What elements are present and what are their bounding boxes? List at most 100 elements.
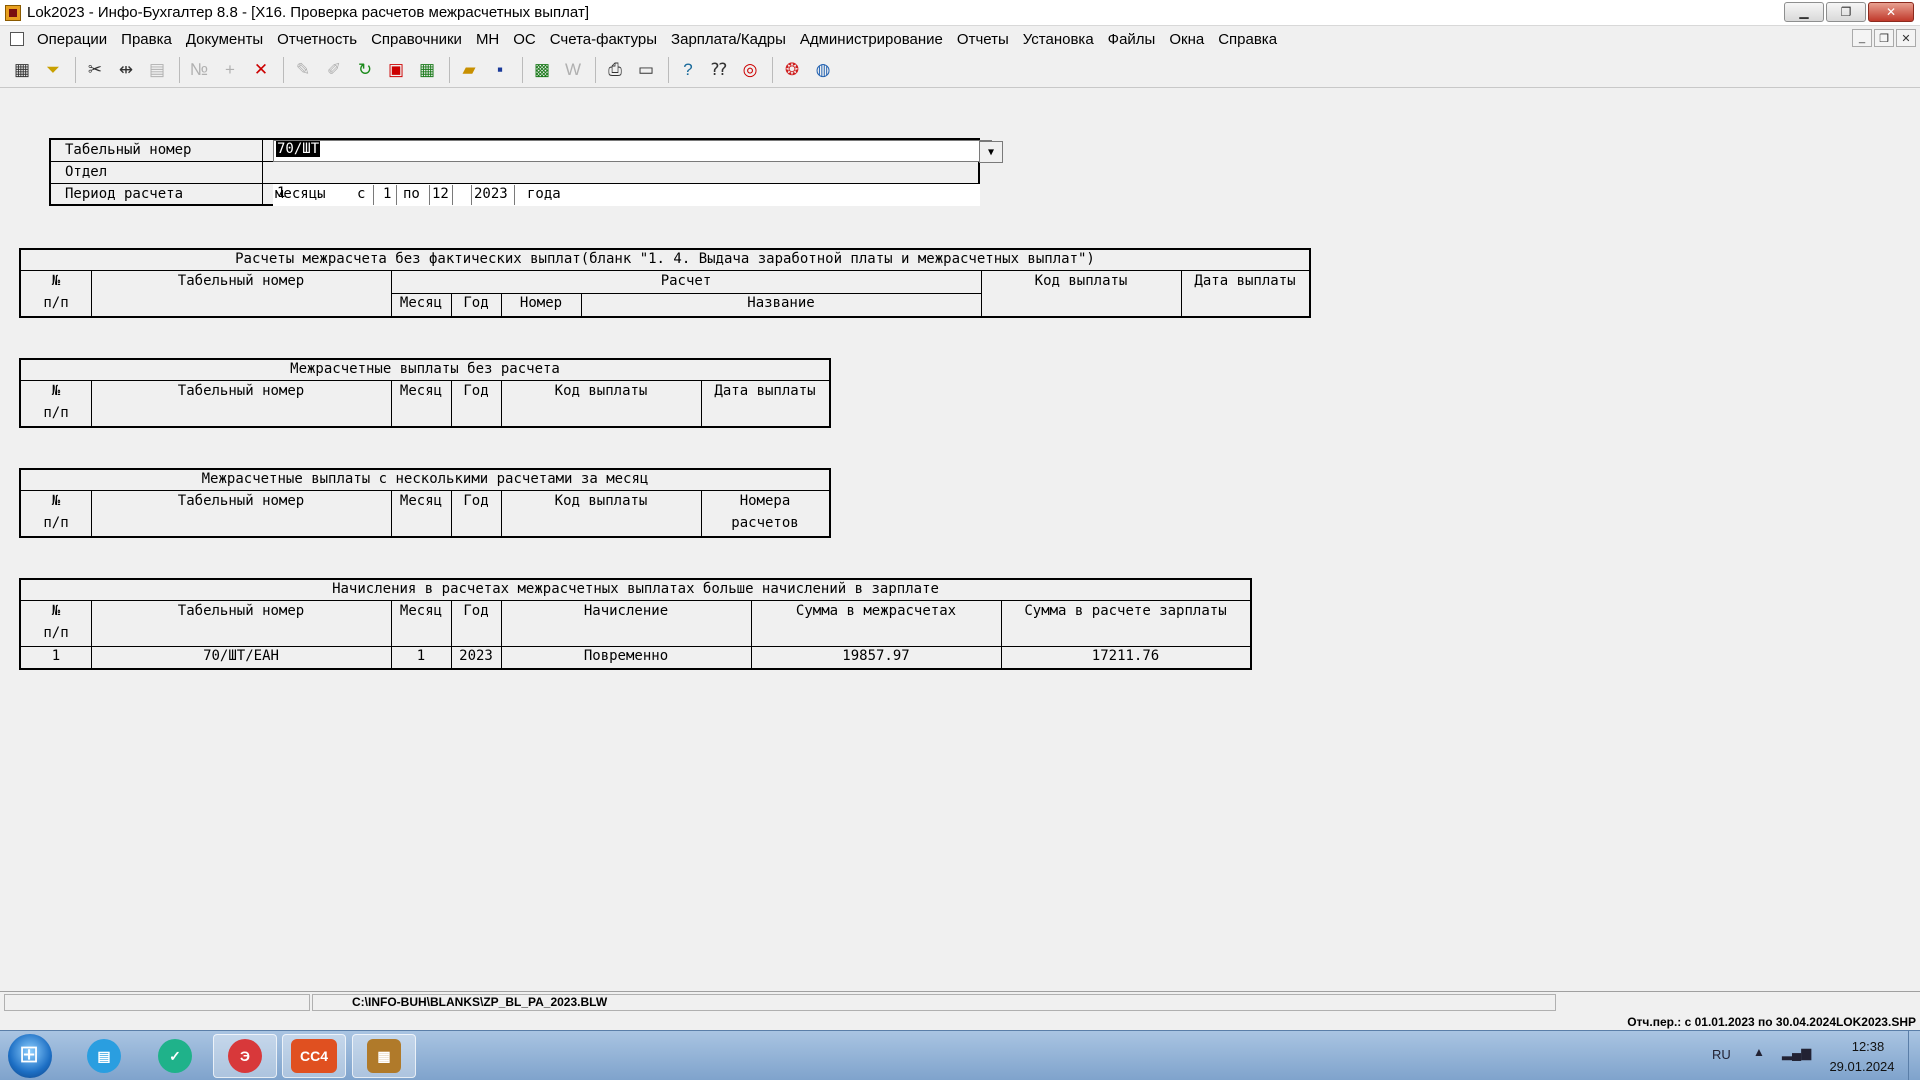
open-folder-icon[interactable]: ▰ (455, 56, 483, 84)
close-button[interactable]: ✕ (1868, 2, 1914, 22)
tray-expand-icon[interactable]: ▲ (1753, 1045, 1765, 1059)
menu-admin[interactable]: Администрирование (793, 31, 950, 48)
taskbar-app-e[interactable]: Э (213, 1034, 277, 1078)
mdi-restore-button[interactable]: ❐ (1874, 29, 1894, 47)
split-icon[interactable]: ⇹ (112, 56, 140, 84)
table-title: Межрасчетные выплаты с несколькими расче… (201, 471, 649, 487)
toolbar-separator (449, 56, 450, 83)
table-view-icon[interactable]: ▦ (8, 56, 36, 84)
print-icon[interactable]: ⎙ (601, 56, 629, 84)
col-num-header-2: п/п (43, 295, 69, 311)
report-period: Отч.пер.: с 01.01.2023 по 30.04.2024 (1627, 1015, 1836, 1029)
period-to-field[interactable]: 12 (429, 185, 453, 205)
document-icon[interactable] (10, 32, 24, 46)
save-icon[interactable]: ▪ (486, 56, 514, 84)
menu-windows[interactable]: Окна (1162, 31, 1211, 48)
col-year-header: Год (463, 603, 489, 619)
menu-files[interactable]: Файлы (1101, 31, 1163, 48)
paste-icon[interactable]: ▤ (143, 56, 171, 84)
col-num-header-2: п/п (43, 515, 69, 531)
language-indicator[interactable]: RU (1712, 1047, 1731, 1062)
window-title: Lok2023 - Инфо-Бухгалтер 8.8 - [X16. Про… (27, 4, 589, 21)
period-year-label: года (527, 186, 561, 202)
form-row-dept: Отдел 1 (51, 162, 980, 206)
tab-number-combobox[interactable]: 70/ШТ ▼ (273, 140, 1003, 163)
mark-icon[interactable]: ✎ (289, 56, 317, 84)
col-calcnums-header-2: расчетов (731, 515, 799, 531)
col-calcnums-header: Номера (739, 493, 791, 509)
taskbar-app-messenger[interactable]: ▤ (72, 1034, 136, 1078)
clock-date[interactable]: 29.01.2024 (1822, 1059, 1902, 1074)
menu-reports[interactable]: Отчеты (950, 31, 1016, 48)
filter-icon[interactable]: ⏷ (39, 56, 67, 84)
lifebuoy-icon[interactable]: ❂ (778, 56, 806, 84)
form-row-tab: Табельный номер 70/ШТ ▼ (51, 140, 1003, 163)
form-divider (262, 184, 263, 205)
col-num-header: № (51, 603, 61, 619)
add-icon[interactable]: + (216, 56, 244, 84)
globe-icon[interactable]: ◍ (809, 56, 837, 84)
menu-reporting[interactable]: Отчетность (270, 31, 364, 48)
help-icon[interactable]: ? (674, 56, 702, 84)
period-months-label: месяцы (275, 186, 326, 202)
menu-directories[interactable]: Справочники (364, 31, 469, 48)
menu-setup[interactable]: Установка (1016, 31, 1101, 48)
menu-mn[interactable]: МН (469, 31, 506, 48)
numbering-icon[interactable]: № (185, 56, 213, 84)
unmark-icon[interactable]: ✐ (320, 56, 348, 84)
tab-number-label: Табельный номер (65, 142, 192, 158)
delete-icon[interactable]: ✕ (247, 56, 275, 84)
taskbar-app-cc4[interactable]: СС4 (282, 1034, 346, 1078)
col-sum-salary-header: Сумма в расчете зарплаты (1024, 603, 1227, 619)
calculator-icon[interactable]: ▦ (413, 56, 441, 84)
col-accrual-header: Начисление (583, 603, 669, 619)
network-icon[interactable]: ▂▄▆ (1782, 1045, 1811, 1061)
menu-help[interactable]: Справка (1211, 31, 1284, 48)
chevron-down-icon[interactable]: ▼ (979, 141, 1003, 163)
menu-operations[interactable]: Операции (30, 31, 114, 48)
refresh-icon[interactable]: ↻ (351, 56, 379, 84)
toolbar-separator (522, 56, 523, 83)
row-tab: 70/ШТ/ЕАН (203, 648, 279, 664)
filter-form: Табельный номер 70/ШТ ▼ Отдел 1 Период р… (49, 138, 1003, 206)
col-sum-inter-header: Сумма в межрасчетах (795, 603, 957, 619)
menu-invoices[interactable]: Счета-фактуры (543, 31, 664, 48)
row-accrual: Повременно (583, 648, 669, 664)
clock-time[interactable]: 12:38 (1838, 1039, 1898, 1054)
excel-icon[interactable]: ▩ (528, 56, 556, 84)
menu-documents[interactable]: Документы (179, 31, 270, 48)
toolbar-separator (668, 56, 669, 83)
table-payments-without-calc: Межрасчетные выплаты без расчета № п/п Т… (19, 358, 831, 428)
preview-icon[interactable]: ▭ (632, 56, 660, 84)
mdi-close-button[interactable]: ✕ (1896, 29, 1916, 47)
context-help-icon[interactable]: ⁇ (705, 56, 733, 84)
workspace: Табельный номер 70/ШТ ▼ Отдел 1 Период р… (0, 89, 1920, 991)
taskbar-app-chat[interactable]: ✓ (143, 1034, 207, 1078)
data-file: LOK2023.SHP (1835, 1015, 1916, 1029)
table-row[interactable]: 1 70/ШТ/ЕАН 1 2023 Повременно 19857.97 1… (21, 647, 1250, 668)
title-bar: Lok2023 - Инфо-Бухгалтер 8.8 - [X16. Про… (0, 0, 1920, 26)
cc4-app-icon: СС4 (291, 1039, 337, 1073)
maximize-button[interactable]: ❐ (1826, 2, 1866, 22)
col-month-header: Месяц (399, 383, 443, 399)
word-icon[interactable]: W (559, 56, 587, 84)
taskbar-app-infobuh[interactable]: ▦ (352, 1034, 416, 1078)
start-button[interactable] (8, 1034, 52, 1078)
mdi-minimize-button[interactable]: _ (1852, 29, 1872, 47)
menu-edit[interactable]: Правка (114, 31, 179, 48)
col-tab-header: Табельный номер (177, 603, 305, 619)
calendar-icon[interactable]: ▣ (382, 56, 410, 84)
minimize-button[interactable]: ▁ (1784, 2, 1824, 22)
tab-number-value: 70/ШТ (276, 141, 321, 157)
col-num-header: № (51, 493, 61, 509)
cut-icon[interactable]: ✂ (81, 56, 109, 84)
menu-os[interactable]: ОС (506, 31, 543, 48)
period-from-field[interactable]: 1 (373, 185, 397, 205)
col-tab-header: Табельный номер (177, 273, 305, 289)
show-desktop-button[interactable] (1908, 1031, 1920, 1080)
table-payments-multiple-calcs: Межрасчетные выплаты с несколькими расче… (19, 468, 831, 538)
compass-icon[interactable]: ◎ (736, 56, 764, 84)
period-year-field[interactable]: 2023 (471, 185, 515, 205)
menu-salary[interactable]: Зарплата/Кадры (664, 31, 793, 48)
form-row-period: Период расчета месяцы с 1 по 12 2023 год… (51, 184, 978, 206)
